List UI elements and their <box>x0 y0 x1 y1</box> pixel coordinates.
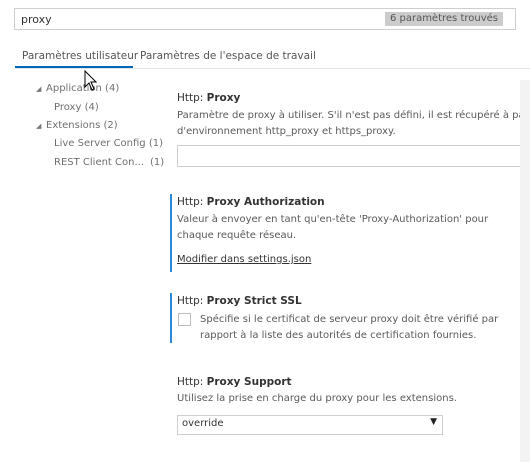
description-line: Spécifie si le certificat de serveur pro… <box>200 314 499 325</box>
setting-title-proxy-authorization: Http: Proxy Authorization <box>177 196 325 208</box>
search-input[interactable] <box>21 12 321 26</box>
description-line: Valeur à envoyer en tant qu'en-tête 'Pro… <box>177 214 489 225</box>
tab-user-settings[interactable]: Paramètres utilisateur <box>22 48 138 66</box>
tree-item-proxy[interactable]: Proxy (4) <box>54 100 99 116</box>
setting-name: Proxy Authorization <box>206 196 325 208</box>
setting-title-proxy-strict-ssl: Http: Proxy Strict SSL <box>177 295 302 307</box>
tree-item-label: Extensions (2) <box>46 120 118 131</box>
tree-item-label: Proxy (4) <box>54 102 99 113</box>
setting-description-proxy-strict-ssl: Spécifie si le certificat de serveur pro… <box>200 312 520 344</box>
select-value: override <box>182 418 224 429</box>
tree-item-count: (1) <box>150 157 165 168</box>
setting-title-proxy-support: Http: Proxy Support <box>177 376 292 388</box>
setting-category: Http: <box>177 376 207 388</box>
edit-in-settings-json-link[interactable]: Modifier dans settings.json <box>177 254 311 265</box>
search-box[interactable]: 6 paramètres trouvés <box>14 8 516 30</box>
setting-name: Proxy Strict SSL <box>206 295 302 307</box>
description-line: Paramètre de proxy à utiliser. S'il n'es… <box>177 110 530 121</box>
description-line: d'environnement http_proxy et https_prox… <box>177 126 396 137</box>
modified-indicator <box>170 293 172 343</box>
modified-indicator <box>170 194 172 272</box>
mouse-pointer-icon <box>84 70 98 91</box>
tree-item-application[interactable]: ◢ Application (4) <box>36 81 119 97</box>
tree-item-label: REST Client Con... <box>54 157 145 168</box>
proxy-strict-ssl-checkbox[interactable] <box>178 313 191 326</box>
setting-category: Http: <box>177 295 207 307</box>
setting-description-proxy: Paramètre de proxy à utiliser. S'il n'es… <box>177 108 530 140</box>
tree-item-extensions[interactable]: ◢ Extensions (2) <box>36 118 118 134</box>
setting-title-proxy: Http: Proxy <box>177 92 240 104</box>
scrollbar[interactable] <box>520 80 530 462</box>
tab-workspace-settings[interactable]: Paramètres de l'espace de travail <box>140 48 316 66</box>
proxy-input[interactable] <box>177 145 530 167</box>
tree-item-label: Application (4) <box>46 83 120 94</box>
proxy-support-select[interactable]: override ▼ <box>177 415 443 435</box>
setting-name: Proxy Support <box>206 376 292 388</box>
chevron-down-icon: ◢ <box>36 85 42 93</box>
setting-description-proxy-support: Utilisez la prise en charge du proxy pou… <box>177 393 457 404</box>
results-count-badge: 6 paramètres trouvés <box>384 12 503 26</box>
dropdown-arrow-icon: ▼ <box>430 417 437 427</box>
description-line: chaque requête réseau. <box>177 230 297 241</box>
setting-category: Http: <box>177 92 207 104</box>
tree-item-label: Live Server Config (1) <box>54 138 163 149</box>
setting-category: Http: <box>177 196 207 208</box>
setting-name: Proxy <box>206 92 241 104</box>
chevron-down-icon: ◢ <box>36 122 42 130</box>
description-line: rapport à la liste des autorités de cert… <box>200 330 477 341</box>
tree-item-rest-client[interactable]: REST Client Con... (1) <box>54 155 164 171</box>
setting-description-proxy-authorization: Valeur à envoyer en tant qu'en-tête 'Pro… <box>177 212 497 244</box>
tabs-divider <box>15 68 530 69</box>
tree-item-live-server-config[interactable]: Live Server Config (1) <box>54 136 163 152</box>
